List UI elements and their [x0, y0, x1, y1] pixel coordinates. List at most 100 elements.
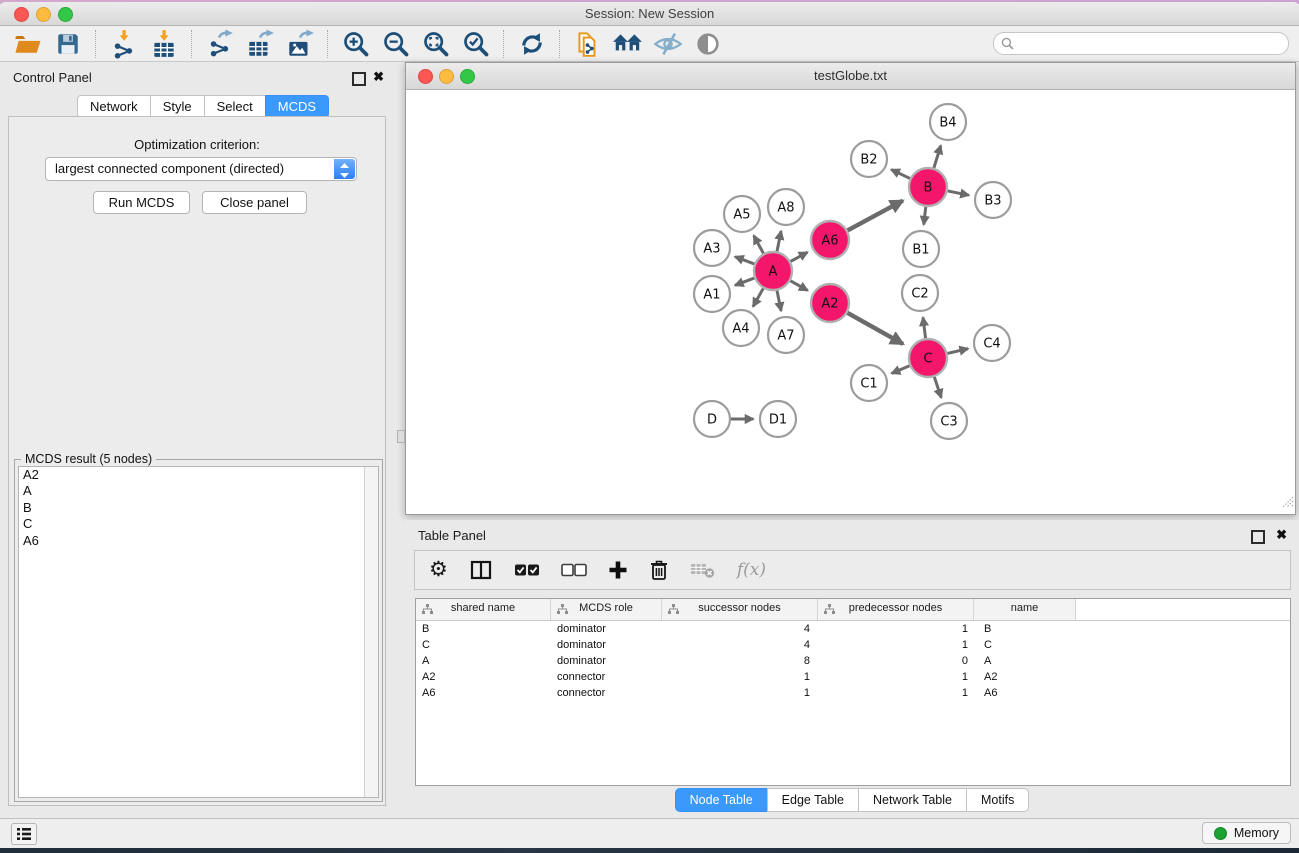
memory-button[interactable]: Memory [1202, 822, 1291, 844]
clone-network-icon[interactable] [568, 27, 608, 61]
tab-node-table[interactable]: Node Table [675, 788, 768, 812]
graph-node-C1[interactable]: C1 [851, 365, 887, 401]
zoom-in-icon[interactable] [336, 27, 376, 61]
refresh-icon[interactable] [512, 27, 552, 61]
export-network-icon[interactable] [200, 27, 240, 61]
eye-icon[interactable] [688, 27, 728, 61]
graph-node-B1[interactable]: B1 [903, 231, 939, 267]
close-panel-icon[interactable]: ✖ [373, 70, 384, 84]
graph-edge-A6-B[interactable] [848, 201, 903, 231]
mcds-result-list[interactable]: A2ABCA6 [18, 466, 379, 798]
graph-edge-A-A1[interactable] [735, 278, 754, 285]
network-canvas[interactable]: B4 B2 B B3 A8A5 A6 A3 B1 A A1 C2 A2 A4A7 C4 C C1 D D1 C3 [406, 90, 1295, 514]
close-panel-button[interactable]: Close panel [202, 191, 307, 214]
select-all-icon[interactable] [514, 555, 540, 585]
import-network-icon[interactable] [104, 27, 144, 61]
result-scrollbar[interactable] [364, 467, 378, 797]
graph-node-B2[interactable]: B2 [851, 141, 887, 177]
tab-mcds[interactable]: MCDS [265, 95, 329, 118]
graph-edge-A-A2[interactable] [790, 281, 807, 291]
graph-node-A4[interactable]: A4 [723, 310, 759, 346]
column-header-name[interactable]: name [974, 599, 1076, 620]
result-list-item[interactable]: A2 [19, 467, 378, 483]
graph-node-A[interactable]: A [754, 252, 792, 290]
split-view-icon[interactable] [469, 555, 493, 585]
graph-edge-A2-C[interactable] [847, 313, 903, 344]
zoom-selected-icon[interactable] [456, 27, 496, 61]
export-table-icon[interactable] [240, 27, 280, 61]
graph-edge-A-A5[interactable] [754, 236, 764, 254]
graph-edge-C-C1[interactable] [892, 366, 910, 374]
table-row[interactable]: Cdominator41C [416, 637, 1290, 653]
tab-select[interactable]: Select [204, 95, 266, 118]
result-list-item[interactable]: A6 [19, 533, 378, 549]
delete-table-icon[interactable] [690, 555, 716, 585]
graph-edge-A-A4[interactable] [753, 288, 763, 306]
graph-node-D1[interactable]: D1 [760, 401, 796, 437]
criterion-dropdown[interactable]: largest connected component (directed) [45, 157, 357, 181]
add-icon[interactable] [608, 555, 628, 585]
graph-node-B4[interactable]: B4 [930, 104, 966, 140]
graph-node-A5[interactable]: A5 [724, 196, 760, 232]
result-list-item[interactable]: A [19, 483, 378, 499]
zoom-out-icon[interactable] [376, 27, 416, 61]
search-field[interactable] [993, 32, 1289, 55]
close-panel-icon[interactable]: ✖ [1276, 528, 1287, 542]
result-list-item[interactable]: B [19, 500, 378, 516]
gear-icon[interactable]: ⚙ [429, 555, 448, 585]
import-table-icon[interactable] [144, 27, 184, 61]
open-icon[interactable] [8, 27, 48, 61]
result-list-item[interactable]: C [19, 516, 378, 532]
tab-network[interactable]: Network [77, 95, 151, 118]
graph-node-D[interactable]: D [694, 401, 730, 437]
graph-node-B[interactable]: B [909, 168, 947, 206]
graph-edge-C-C2[interactable] [923, 317, 926, 338]
eye-slash-icon[interactable] [648, 27, 688, 61]
graph-node-A8[interactable]: A8 [768, 189, 804, 225]
tab-network-table[interactable]: Network Table [858, 788, 967, 812]
function-icon[interactable]: f(x) [737, 555, 766, 585]
resize-grip-icon[interactable] [1281, 495, 1294, 513]
graph-edge-B-B4[interactable] [934, 146, 941, 168]
float-panel-icon[interactable] [1251, 530, 1265, 544]
task-history-button[interactable] [11, 823, 37, 845]
graph-edge-B-B1[interactable] [924, 207, 926, 225]
graph-node-C[interactable]: C [909, 339, 947, 377]
graph-node-C4[interactable]: C4 [974, 325, 1010, 361]
column-header-MCDS-role[interactable]: MCDS role [551, 599, 662, 620]
graph-edge-C-C3[interactable] [934, 377, 941, 398]
export-image-icon[interactable] [280, 27, 320, 61]
zoom-fit-icon[interactable] [416, 27, 456, 61]
graph-edge-A-A8[interactable] [777, 231, 781, 251]
tab-motifs[interactable]: Motifs [966, 788, 1029, 812]
delete-icon[interactable] [649, 555, 669, 585]
table-row[interactable]: Adominator80A [416, 653, 1290, 669]
table-row[interactable]: Bdominator41B [416, 621, 1290, 637]
graph-edge-A-A7[interactable] [777, 291, 781, 311]
graph-edge-B-B2[interactable] [891, 170, 910, 179]
graph-node-C2[interactable]: C2 [902, 275, 938, 311]
table-row[interactable]: A2connector11A2 [416, 669, 1290, 685]
graph-node-C3[interactable]: C3 [931, 403, 967, 439]
save-icon[interactable] [48, 27, 88, 61]
graph-node-A1[interactable]: A1 [694, 276, 730, 312]
graph-edge-A-A6[interactable] [791, 252, 808, 261]
houses-icon[interactable] [608, 27, 648, 61]
graph-node-A2[interactable]: A2 [811, 284, 849, 322]
search-input[interactable] [1018, 34, 1282, 53]
column-header-predecessor-nodes[interactable]: predecessor nodes [818, 599, 974, 620]
graph-node-A3[interactable]: A3 [694, 230, 730, 266]
tab-edge-table[interactable]: Edge Table [767, 788, 859, 812]
network-window-titlebar[interactable]: testGlobe.txt [406, 63, 1295, 90]
tab-style[interactable]: Style [150, 95, 205, 118]
float-panel-icon[interactable] [352, 72, 366, 86]
graph-node-A7[interactable]: A7 [768, 317, 804, 353]
splitter-handle[interactable] [397, 430, 405, 443]
graph-node-B3[interactable]: B3 [975, 182, 1011, 218]
column-header-shared-name[interactable]: shared name [416, 599, 551, 620]
graph-node-A6[interactable]: A6 [811, 221, 849, 259]
graph-edge-C-C4[interactable] [947, 349, 968, 354]
graph-edge-B-B3[interactable] [948, 191, 969, 195]
deselect-all-icon[interactable] [561, 555, 587, 585]
graph-edge-A-A3[interactable] [735, 257, 754, 264]
